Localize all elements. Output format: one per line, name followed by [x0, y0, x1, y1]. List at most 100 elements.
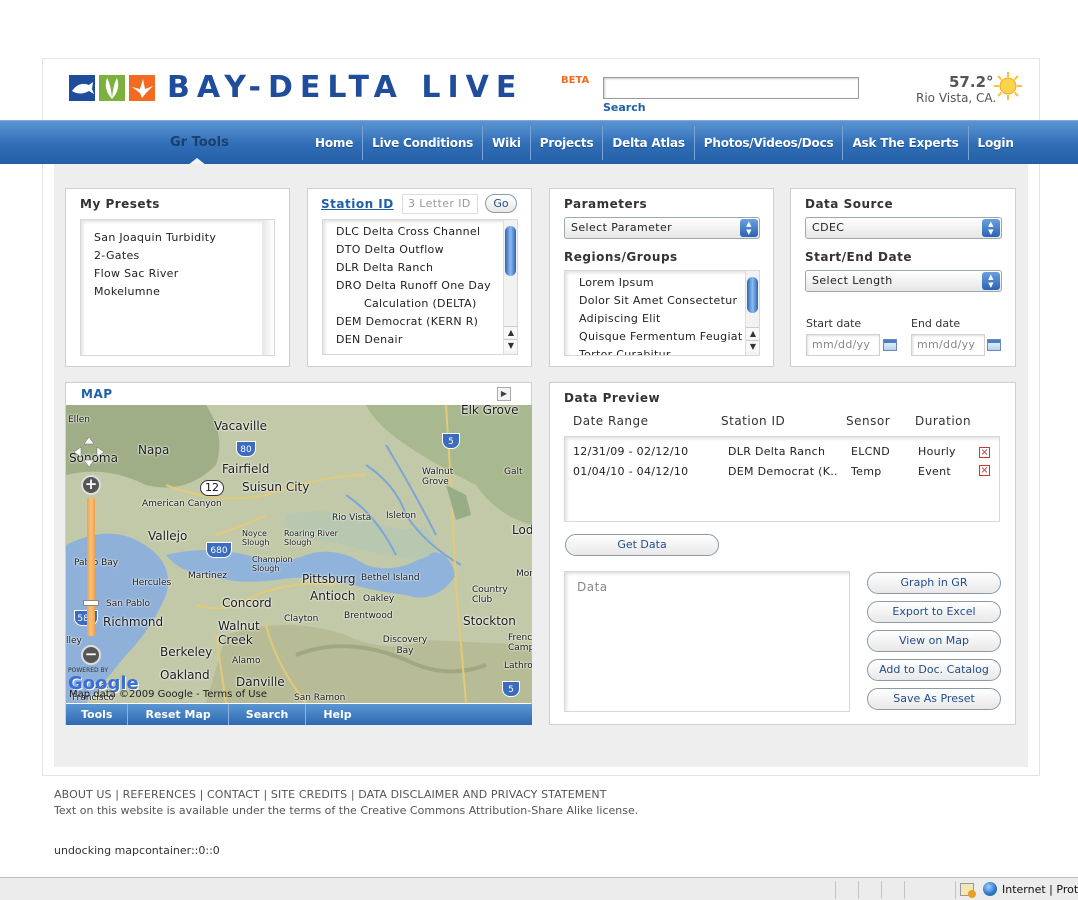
presets-scrollbar[interactable] [262, 220, 274, 355]
region-item[interactable]: Tortor Curabitur [579, 346, 742, 355]
station-item[interactable]: DLC Delta Cross Channel [336, 223, 491, 241]
delete-icon[interactable]: × [979, 465, 990, 476]
footer-link-disclaimer[interactable]: DATA DISCLAIMER AND PRIVACY STATEMENT [358, 788, 606, 801]
zoom-slider-handle[interactable] [83, 600, 99, 606]
station-id-input[interactable]: 3 Letter ID [402, 194, 478, 214]
map-label-city: Lathrop [504, 661, 532, 671]
preset-item[interactable]: Mokelumne [94, 283, 216, 301]
footer-license: Text on this website is available under … [54, 804, 639, 817]
map-expand-icon[interactable]: ▶ [497, 387, 511, 401]
map-label-city: San Pablo [106, 599, 151, 609]
map-label-city: Oakland [160, 668, 210, 682]
row-sensor: ELCND [851, 445, 890, 458]
nav-photos-videos-docs[interactable]: Photos/Videos/Docs [695, 126, 844, 160]
map-label-city: San Ramon [294, 693, 346, 703]
footer-link-about[interactable]: ABOUT US [54, 788, 112, 801]
scroll-up-icon[interactable]: ▲ [746, 327, 759, 339]
site-logo[interactable]: BAY-DELTA LIVE [69, 73, 523, 103]
end-date-input[interactable]: mm/dd/yy [911, 334, 985, 356]
map-label-city: Napa [138, 443, 170, 457]
nav-ask-the-experts[interactable]: Ask The Experts [843, 126, 969, 160]
presets-list: San Joaquin Turbidity 2-Gates Flow Sac R… [80, 219, 275, 356]
start-date-input[interactable]: mm/dd/yy [806, 334, 880, 356]
security-warning-icon[interactable] [960, 883, 976, 898]
map-toolbar: Tools Reset Map Search Help [66, 704, 532, 725]
regions-title: Regions/Groups [564, 250, 678, 264]
footer-separator: | [350, 788, 355, 801]
station-item[interactable]: DTO Delta Outflow [336, 241, 491, 259]
get-data-button[interactable]: Get Data [565, 534, 719, 556]
station-scrollbar[interactable]: ▲ ▼ [503, 220, 517, 354]
region-item[interactable]: Dolor Sit Amet Consectetur [579, 292, 742, 310]
station-item-continued[interactable]: Calculation (DELTA) [336, 295, 491, 313]
map-attribution[interactable]: Map data ©2009 Google - Terms of Use [69, 689, 267, 700]
view-on-map-button[interactable]: View on Map [867, 630, 1001, 652]
datasource-select[interactable]: CDEC ▲ ▼ [805, 217, 1002, 239]
preset-item[interactable]: 2-Gates [94, 247, 216, 265]
footer-link-contact[interactable]: CONTACT [207, 788, 260, 801]
scroll-up-icon[interactable]: ▲ [504, 326, 517, 338]
station-item[interactable]: DLR Delta Ranch [336, 259, 491, 277]
nav-current-section[interactable]: Gr Tools [170, 135, 229, 150]
export-to-excel-button[interactable]: Export to Excel [867, 601, 1001, 623]
parameter-select[interactable]: Select Parameter ▲ ▼ [564, 217, 760, 239]
station-title[interactable]: Station ID [321, 197, 394, 211]
scroll-down-icon[interactable]: ▼ [504, 339, 517, 351]
graph-in-gr-button[interactable]: Graph in GR [867, 572, 1001, 594]
nav-login[interactable]: Login [969, 126, 1023, 160]
nav-wiki[interactable]: Wiki [483, 126, 531, 160]
data-output-area[interactable]: Data [564, 571, 850, 712]
nav-live-conditions[interactable]: Live Conditions [363, 126, 484, 160]
nav-projects[interactable]: Projects [531, 126, 604, 160]
map-label-city: Roaring River Slough [284, 529, 338, 547]
footer-link-site-credits[interactable]: SITE CREDITS [271, 788, 347, 801]
regions-scrollbar[interactable]: ▲ ▼ [745, 271, 759, 355]
column-header: Station ID [721, 414, 786, 428]
length-select[interactable]: Select Length ▲ ▼ [805, 270, 1002, 292]
preset-item[interactable]: Flow Sac River [94, 265, 216, 283]
region-item[interactable]: Lorem Ipsum [579, 274, 742, 292]
delete-icon[interactable]: × [979, 447, 990, 458]
nav-items: Home Live Conditions Wiki Projects Delta… [306, 126, 1023, 160]
logo-bird-icon [129, 75, 155, 101]
search-button[interactable]: Search [603, 101, 646, 114]
search-input[interactable] [603, 77, 859, 99]
sun-icon [993, 71, 1023, 105]
map-reset-button[interactable]: Reset Map [128, 704, 229, 725]
station-item[interactable]: DEM Democrat (KERN R) [336, 313, 491, 331]
calendar-icon[interactable] [987, 339, 1001, 351]
highway-shield-icon: 80 [236, 441, 256, 457]
pan-control-icon[interactable] [72, 435, 106, 469]
scroll-thumb[interactable] [747, 277, 758, 313]
save-as-preset-button[interactable]: Save As Preset [867, 688, 1001, 710]
map-tools-button[interactable]: Tools [66, 704, 129, 725]
scroll-thumb[interactable] [505, 226, 516, 276]
region-item[interactable]: Quisque Fermentum Feugiat [579, 328, 742, 346]
footer-link-references[interactable]: REFERENCES [123, 788, 196, 801]
map-label-city: Lodi [512, 523, 532, 537]
preset-item[interactable]: San Joaquin Turbidity [94, 229, 216, 247]
station-go-button[interactable]: Go [485, 194, 517, 213]
map-canvas[interactable]: Elk Grove Vacaville Napa Fairfield Suisu… [66, 405, 532, 703]
scroll-down-icon[interactable]: ▼ [746, 340, 759, 352]
nav-delta-atlas[interactable]: Delta Atlas [603, 126, 695, 160]
map-search-button[interactable]: Search [229, 704, 307, 725]
map-help-button[interactable]: Help [306, 704, 368, 725]
map-label-city: Ellen [68, 415, 90, 425]
footer-separator: | [199, 788, 204, 801]
station-item[interactable]: DRO Delta Runoff One Day [336, 277, 491, 295]
parameters-panel: Parameters Select Parameter ▲ ▼ Regions/G… [549, 188, 774, 367]
column-header: Date Range [573, 414, 649, 428]
station-item[interactable]: DEN Denair [336, 331, 491, 349]
zoom-slider-track[interactable] [87, 498, 95, 636]
zoom-in-icon[interactable]: + [81, 475, 101, 495]
nav-home[interactable]: Home [306, 126, 364, 160]
add-to-doc-catalog-button[interactable]: Add to Doc. Catalog [867, 659, 1001, 681]
region-item[interactable]: Adipiscing Elit [579, 310, 742, 328]
highway-shield-icon: 5 [502, 681, 520, 697]
weather-location: Rio Vista, CA. [916, 91, 997, 105]
zoom-out-icon[interactable]: − [81, 645, 101, 665]
map-label-city: Danville [236, 675, 285, 689]
status-divider [904, 881, 905, 899]
calendar-icon[interactable] [883, 339, 897, 351]
